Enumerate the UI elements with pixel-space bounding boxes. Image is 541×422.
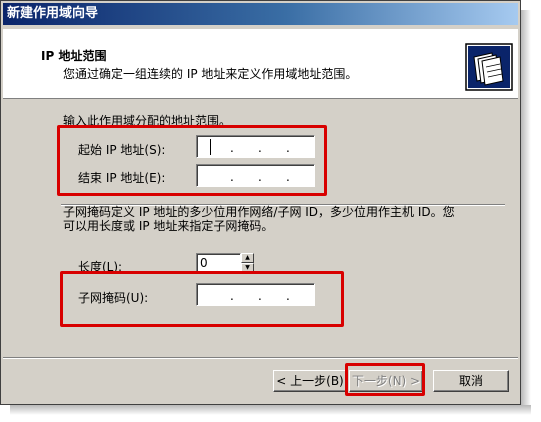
back-button[interactable]: < 上一步(B) bbox=[273, 370, 347, 392]
length-input[interactable]: 0 bbox=[196, 253, 241, 273]
cancel-button[interactable]: 取消 bbox=[433, 370, 509, 392]
highlight-subnet-mask bbox=[60, 271, 344, 327]
wizard-dialog: 新建作用域向导 IP 地址范围 您通过确定一组连续的 IP 地址来定义作用域地址… bbox=[0, 0, 521, 405]
window-shadow-right bbox=[521, 10, 531, 405]
wizard-header: IP 地址范围 您通过确定一组连续的 IP 地址来定义作用域地址范围。 bbox=[3, 29, 518, 99]
page-subtitle: 您通过确定一组连续的 IP 地址来定义作用域地址范围。 bbox=[63, 67, 358, 81]
title-bar[interactable]: 新建作用域向导 bbox=[3, 3, 518, 25]
mask-description-line2: 可以用长度或 IP 地址来指定子网掩码。 bbox=[63, 219, 274, 233]
window-shadow-bottom bbox=[10, 405, 531, 415]
spin-up-icon[interactable]: ▲ bbox=[241, 253, 254, 263]
length-spinner[interactable]: ▲ ▼ bbox=[241, 253, 254, 273]
folder-wizard-icon bbox=[465, 43, 513, 91]
page-title: IP 地址范围 bbox=[41, 49, 107, 63]
highlight-ip-range bbox=[57, 125, 327, 196]
highlight-next-button bbox=[345, 363, 425, 396]
